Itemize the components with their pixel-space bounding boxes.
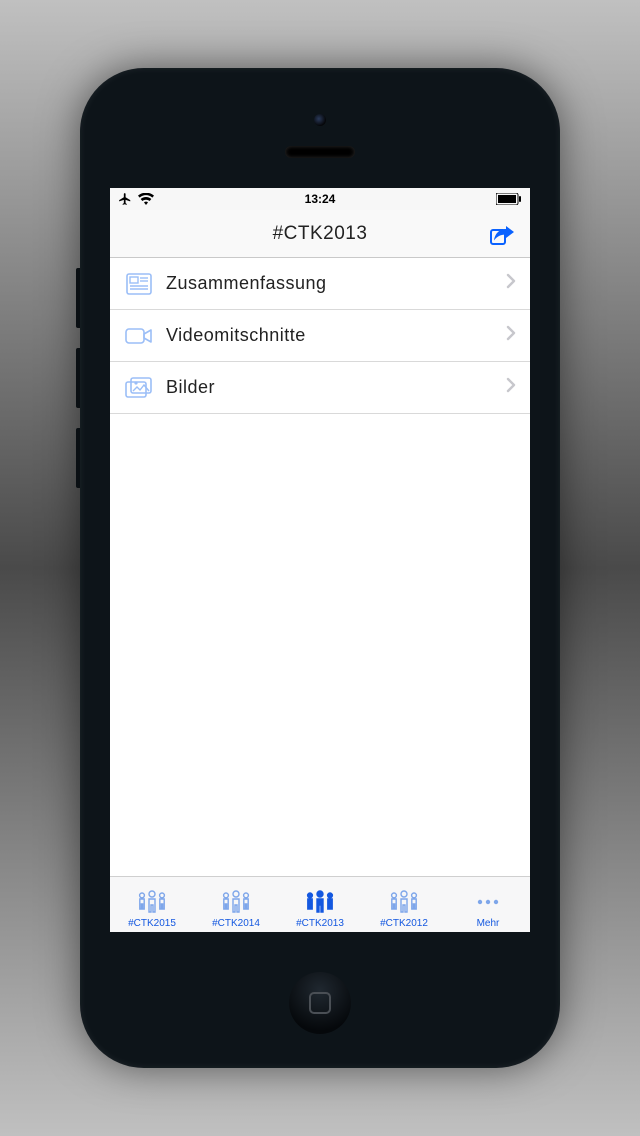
phone-speaker bbox=[285, 146, 355, 158]
tab-label: #CTK2015 bbox=[128, 918, 176, 929]
phone-camera bbox=[314, 114, 326, 126]
tab-label: #CTK2012 bbox=[380, 918, 428, 929]
tab-label: #CTK2013 bbox=[296, 918, 344, 929]
row-label: Videomitschnitte bbox=[166, 325, 506, 346]
share-icon[interactable] bbox=[490, 223, 516, 245]
home-button[interactable] bbox=[289, 972, 351, 1034]
status-time: 13:24 bbox=[110, 192, 530, 206]
tab-bar: #CTK2015 #CTK2014 bbox=[110, 876, 530, 932]
page-title: #CTK2013 bbox=[273, 223, 368, 245]
images-icon bbox=[124, 375, 154, 401]
row-videos[interactable]: Videomitschnitte bbox=[110, 310, 530, 362]
tab-label: Mehr bbox=[477, 918, 500, 929]
row-images[interactable]: Bilder bbox=[110, 362, 530, 414]
chevron-right-icon bbox=[506, 325, 516, 346]
newspaper-icon bbox=[124, 271, 154, 297]
tab-label: #CTK2014 bbox=[212, 918, 260, 929]
tab-more[interactable]: Mehr bbox=[446, 877, 530, 932]
menu-list: Zusammenfassung Videomitschnitte Bilde bbox=[110, 258, 530, 414]
more-icon bbox=[473, 887, 503, 917]
chevron-right-icon bbox=[506, 273, 516, 294]
row-summary[interactable]: Zusammenfassung bbox=[110, 258, 530, 310]
tab-ctk2012[interactable]: #CTK2012 bbox=[362, 877, 446, 932]
status-bar: 13:24 bbox=[110, 188, 530, 210]
video-icon bbox=[124, 323, 154, 349]
row-label: Zusammenfassung bbox=[166, 273, 506, 294]
tab-ctk2013[interactable]: #CTK2013 bbox=[278, 877, 362, 932]
row-label: Bilder bbox=[166, 377, 506, 398]
people-icon bbox=[298, 887, 342, 917]
chevron-right-icon bbox=[506, 377, 516, 398]
people-icon bbox=[214, 887, 258, 917]
phone-frame: 13:24 #CTK2013 Zusammenfassung bbox=[80, 68, 560, 1068]
home-square-icon bbox=[309, 992, 331, 1014]
screen: 13:24 #CTK2013 Zusammenfassung bbox=[110, 188, 530, 932]
tab-ctk2015[interactable]: #CTK2015 bbox=[110, 877, 194, 932]
tab-ctk2014[interactable]: #CTK2014 bbox=[194, 877, 278, 932]
people-icon bbox=[382, 887, 426, 917]
people-icon bbox=[130, 887, 174, 917]
nav-bar: #CTK2013 bbox=[110, 210, 530, 258]
